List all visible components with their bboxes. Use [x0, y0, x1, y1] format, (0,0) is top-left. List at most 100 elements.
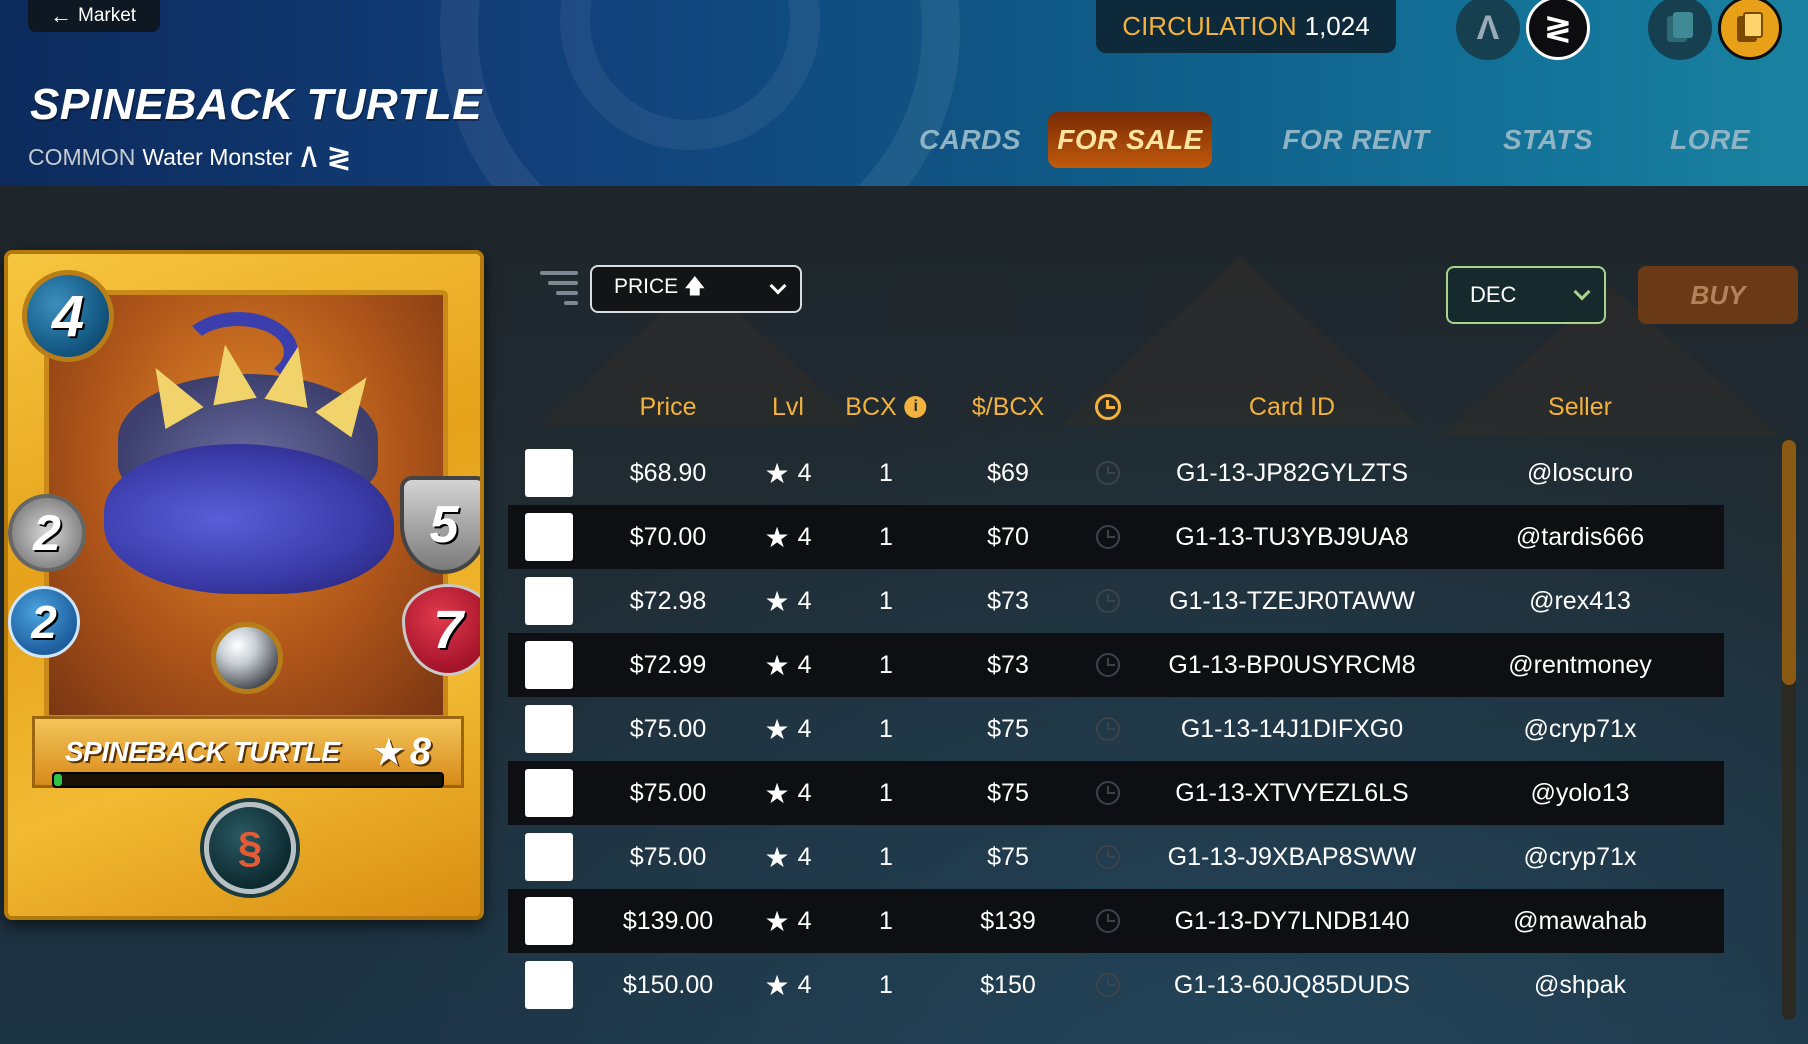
select-checkbox[interactable]: [525, 961, 573, 1009]
card-id-cell[interactable]: G1-13-JP82GYLZTS: [1176, 441, 1408, 505]
level-value: 4: [797, 522, 812, 551]
table-row[interactable]: $70.00 ★ 4 1 $70 G1-13-TU3YBJ9UA8 @tardis666: [508, 505, 1724, 569]
melee-attack: 2: [8, 494, 86, 572]
bcx-cell: 1: [879, 970, 893, 999]
currency-select[interactable]: DEC: [1446, 266, 1606, 324]
seller-cell[interactable]: @mawahab: [1513, 889, 1647, 953]
clock-icon: [1096, 717, 1120, 741]
select-checkbox[interactable]: [525, 833, 573, 881]
column-header-seller[interactable]: Seller: [1548, 384, 1612, 430]
table-row[interactable]: $68.90 ★ 4 1 $69 G1-13-JP82GYLZTS @loscuro: [508, 441, 1724, 505]
clock-icon: [1095, 394, 1121, 420]
tab-lore[interactable]: LORE: [1650, 112, 1770, 168]
select-checkbox[interactable]: [525, 897, 573, 945]
seller-cell[interactable]: @cryp71x: [1524, 697, 1637, 761]
seller-cell[interactable]: @rex413: [1529, 569, 1631, 633]
card-level: ★ 8: [372, 730, 431, 775]
level-value: 4: [797, 970, 812, 999]
table-row[interactable]: $75.00 ★ 4 1 $75 G1-13-XTVYEZL6LS @yolo13: [508, 761, 1724, 825]
time-cell: [1096, 569, 1120, 633]
level-cell: ★ 4: [764, 825, 811, 889]
regular-foil-button[interactable]: [1648, 0, 1712, 60]
tab-for-sale[interactable]: FOR SALE: [1048, 112, 1212, 168]
star-icon: ★: [764, 969, 790, 1001]
gold-foil-button[interactable]: [1718, 0, 1782, 60]
column-header-per-bcx[interactable]: $/BCX: [972, 384, 1044, 430]
column-header-level[interactable]: Lvl: [772, 384, 804, 430]
card-id-cell[interactable]: G1-13-XTVYEZL6LS: [1175, 761, 1408, 825]
table-row[interactable]: $75.00 ★ 4 1 $75 G1-13-14J1DIFXG0 @cryp71x: [508, 697, 1724, 761]
select-checkbox[interactable]: [525, 641, 573, 689]
clock-icon: [1096, 653, 1120, 677]
seller-cell[interactable]: @cryp71x: [1524, 825, 1637, 889]
price-cell: $72.98: [629, 586, 707, 615]
select-checkbox[interactable]: [525, 577, 573, 625]
table-row[interactable]: $150.00 ★ 4 1 $150 G1-13-60JQ85DUDS @shpak: [508, 953, 1724, 1017]
tab-for-rent[interactable]: FOR RENT: [1276, 112, 1436, 168]
mana-cost: 4: [22, 270, 114, 362]
sort-select[interactable]: PRICE 🡅: [590, 265, 802, 313]
alpha-edition-filter-button[interactable]: Λ: [1456, 0, 1520, 60]
clock-icon: [1096, 589, 1120, 613]
select-checkbox[interactable]: [525, 449, 573, 497]
back-to-market-button[interactable]: ← Market: [28, 0, 161, 32]
seller-cell[interactable]: @yolo13: [1530, 761, 1629, 825]
beta-edition-filter-button[interactable]: ≷: [1526, 0, 1590, 60]
card-type: Water Monster: [142, 144, 293, 170]
seller-cell[interactable]: @tardis666: [1516, 505, 1644, 569]
time-cell: [1096, 889, 1120, 953]
level-value: 4: [797, 650, 812, 679]
star-icon: ★: [764, 905, 790, 937]
currency-value: DEC: [1470, 282, 1517, 307]
select-checkbox[interactable]: [525, 705, 573, 753]
card-id-cell[interactable]: G1-13-DY7LNDB140: [1175, 889, 1410, 953]
card-id-cell[interactable]: G1-13-60JQ85DUDS: [1174, 953, 1410, 1017]
card-id-cell[interactable]: G1-13-TU3YBJ9UA8: [1175, 505, 1408, 569]
seller-cell[interactable]: @rentmoney: [1508, 633, 1652, 697]
beta-edition-icon: ≷: [1543, 9, 1573, 47]
time-cell: [1096, 761, 1120, 825]
time-cell: [1096, 825, 1120, 889]
seller-cell[interactable]: @loscuro: [1527, 441, 1633, 505]
time-cell: [1096, 441, 1120, 505]
card-id-cell[interactable]: G1-13-14J1DIFXG0: [1181, 697, 1403, 761]
table-row[interactable]: $75.00 ★ 4 1 $75 G1-13-J9XBAP8SWW @cryp71x: [508, 825, 1724, 889]
clock-icon: [1096, 781, 1120, 805]
info-icon[interactable]: i: [904, 396, 927, 418]
column-header-bcx[interactable]: BCX i: [845, 384, 927, 430]
table-row[interactable]: $139.00 ★ 4 1 $139 G1-13-DY7LNDB140 @mawahab: [508, 889, 1724, 953]
card-id-cell[interactable]: G1-13-TZEJR0TAWW: [1169, 569, 1415, 633]
select-checkbox[interactable]: [525, 769, 573, 817]
select-checkbox[interactable]: [525, 513, 573, 561]
filter-icon[interactable]: [540, 271, 578, 305]
card-art-name: SPINEBACK TURTLE: [65, 736, 340, 767]
time-cell: [1096, 505, 1120, 569]
star-icon: ★: [371, 731, 406, 774]
table-scrollbar[interactable]: [1782, 440, 1796, 1020]
per-bcx-cell: $75: [987, 842, 1029, 871]
scrollbar-thumb[interactable]: [1782, 440, 1796, 685]
column-header-card-id[interactable]: Card ID: [1249, 384, 1335, 430]
buy-button[interactable]: BUY: [1638, 266, 1798, 324]
tab-cards[interactable]: CARDS: [880, 112, 1060, 168]
seller-cell[interactable]: @shpak: [1534, 953, 1626, 1017]
card-id-cell[interactable]: G1-13-BP0USYRCM8: [1168, 633, 1415, 697]
column-header-price[interactable]: Price: [640, 384, 697, 430]
card-image: 4 2 2 5 7 SPINEBACK TURTLE ★ 8 §: [4, 250, 484, 920]
per-bcx-cell: $69: [987, 458, 1029, 487]
per-bcx-cell: $150: [980, 970, 1036, 999]
table-row[interactable]: $72.99 ★ 4 1 $73 G1-13-BP0USYRCM8 @rentmoney: [508, 633, 1724, 697]
level-value: 4: [797, 842, 812, 871]
price-cell: $72.99: [629, 650, 707, 679]
card-stack-icon: [1667, 12, 1693, 44]
alpha-edition-icon: Λ: [301, 140, 318, 174]
table-row[interactable]: $72.98 ★ 4 1 $73 G1-13-TZEJR0TAWW @rex413: [508, 569, 1724, 633]
bcx-cell: 1: [879, 522, 893, 551]
ability-icon: §: [204, 802, 296, 894]
armor-stat: 5: [400, 476, 480, 574]
bcx-cell: 1: [879, 714, 893, 743]
level-value: 4: [797, 458, 812, 487]
column-header-time[interactable]: [1095, 384, 1121, 430]
tab-stats[interactable]: STATS: [1488, 112, 1608, 168]
card-id-cell[interactable]: G1-13-J9XBAP8SWW: [1168, 825, 1417, 889]
